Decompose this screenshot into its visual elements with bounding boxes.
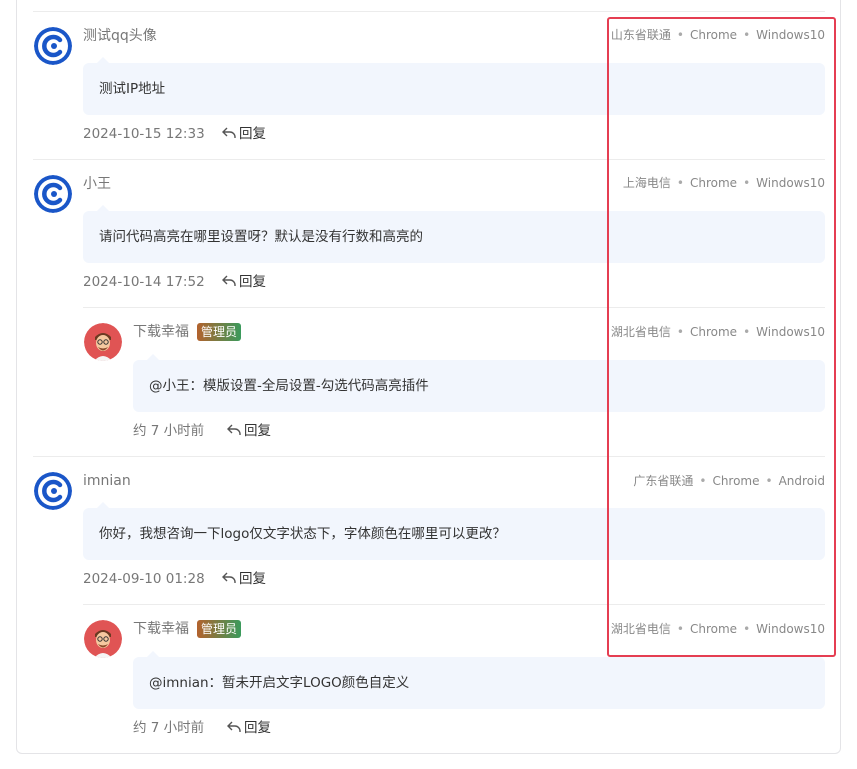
reply-content: @imnian：暂未开启文字LOGO颜色自定义 (133, 651, 825, 709)
reply-icon (222, 572, 236, 583)
cartoon-face-icon (84, 323, 122, 361)
avatar[interactable] (34, 27, 72, 65)
reply-label: 回复 (239, 274, 266, 290)
reply-meta: 湖北省电信 • Chrome • Windows10 (611, 323, 825, 341)
meta-location: 山东省联通 (610, 28, 671, 42)
meta-browser: Chrome (690, 622, 738, 636)
meta-location: 广东省联通 (633, 474, 694, 488)
divider (33, 159, 825, 160)
meta-browser: Chrome (712, 474, 760, 488)
qq-logo-icon (34, 175, 72, 213)
reply-label: 回复 (244, 423, 271, 439)
reply-icon (227, 424, 241, 435)
comment-meta: 山东省联通 • Chrome • Windows10 (611, 26, 825, 44)
qq-logo-icon (34, 472, 72, 510)
admin-avatar[interactable] (84, 620, 122, 658)
admin-avatar[interactable] (84, 323, 122, 361)
comment-content: 请问代码高亮在哪里设置呀？默认是没有行数和高亮的 (83, 205, 825, 263)
comment-author[interactable]: 测试qq头像 (83, 26, 157, 46)
reply-button[interactable]: 回复 (222, 124, 266, 144)
comment-meta: 上海电信 • Chrome • Windows10 (623, 174, 825, 192)
reply-time: 约 7 小时前 (133, 720, 205, 736)
reply-icon (222, 127, 236, 138)
meta-browser: Chrome (690, 325, 738, 339)
comment-list: 测试qq头像 山东省联通 • Chrome • Windows10 测试IP地址 202… (0, 0, 857, 769)
comment-content: 测试IP地址 (83, 57, 825, 115)
comment-time: 2024-10-15 12:33 (83, 126, 205, 142)
meta-browser: Chrome (690, 28, 738, 42)
reply-button[interactable]: 回复 (222, 569, 266, 589)
divider (33, 11, 825, 12)
meta-separator: • (676, 28, 684, 42)
avatar[interactable] (34, 472, 72, 510)
meta-os: Windows10 (756, 325, 825, 339)
meta-separator: • (676, 622, 684, 636)
reply-icon (227, 721, 241, 732)
meta-os: Windows10 (756, 176, 825, 190)
reply-label: 回复 (239, 126, 266, 142)
meta-separator: • (743, 325, 751, 339)
reply-button[interactable]: 回复 (227, 718, 271, 738)
meta-separator: • (676, 325, 684, 339)
meta-separator: • (743, 28, 751, 42)
reply-icon (222, 275, 236, 286)
meta-location: 上海电信 (622, 176, 671, 190)
reply-content: @小王：模版设置-全局设置-勾选代码高亮插件 (133, 354, 825, 412)
meta-location: 湖北省电信 (610, 325, 671, 339)
reply-label: 回复 (244, 720, 271, 736)
avatar[interactable] (34, 175, 72, 213)
reply-author[interactable]: 下载幸福 (133, 619, 189, 639)
meta-separator: • (743, 176, 751, 190)
comment-content: 你好，我想咨询一下logo仅文字状态下，字体颜色在哪里可以更改？ (83, 502, 825, 560)
meta-separator: • (743, 622, 751, 636)
comment-author[interactable]: 小王 (83, 174, 111, 194)
meta-os: Windows10 (756, 28, 825, 42)
meta-browser: Chrome (690, 176, 738, 190)
admin-badge: 管理员 (197, 620, 242, 638)
meta-os: Android (778, 474, 825, 488)
divider (33, 456, 825, 457)
qq-logo-icon (34, 27, 72, 65)
comment-meta: 广东省联通 • Chrome • Android (633, 472, 825, 490)
reply-author[interactable]: 下载幸福 (133, 322, 189, 342)
meta-separator: • (699, 474, 707, 488)
cartoon-face-icon (84, 620, 122, 658)
divider (83, 604, 825, 605)
meta-location: 湖北省电信 (610, 622, 671, 636)
divider (83, 307, 825, 308)
comment-time: 2024-10-14 17:52 (83, 274, 205, 290)
reply-button[interactable]: 回复 (222, 272, 266, 292)
reply-label: 回复 (239, 571, 266, 587)
reply-meta: 湖北省电信 • Chrome • Windows10 (611, 620, 825, 638)
comment-time: 2024-09-10 01:28 (83, 571, 205, 587)
meta-separator: • (765, 474, 773, 488)
reply-button[interactable]: 回复 (227, 421, 271, 441)
reply-time: 约 7 小时前 (133, 423, 205, 439)
meta-os: Windows10 (756, 622, 825, 636)
meta-separator: • (676, 176, 684, 190)
admin-badge: 管理员 (197, 323, 242, 341)
comment-author[interactable]: imnian (83, 471, 131, 491)
